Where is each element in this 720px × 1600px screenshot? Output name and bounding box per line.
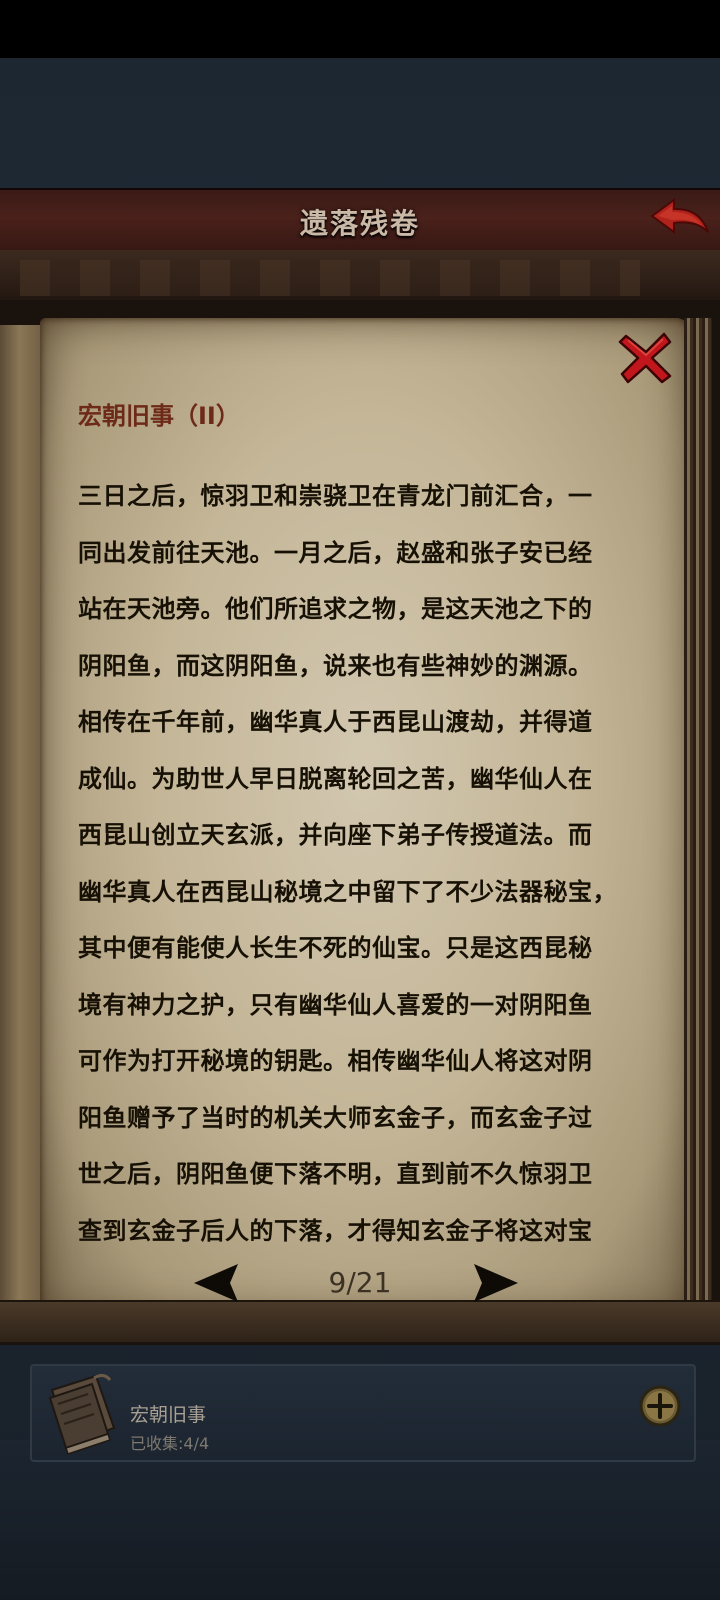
- text-line: 查到玄金子后人的下落，才得知玄金子将这对宝: [78, 1216, 593, 1245]
- bottom-background: [0, 1440, 720, 1600]
- status-bar: [0, 0, 720, 58]
- close-x-icon: [618, 332, 672, 384]
- shelf-carving: [20, 260, 640, 296]
- back-button[interactable]: [648, 196, 712, 244]
- book-icon: [44, 1368, 122, 1455]
- text-line: 三日之后，惊羽卫和崇骁卫在青龙门前汇合，一: [78, 482, 593, 510]
- text-line: 幽华真人在西昆山秘境之中留下了不少法器秘宝，: [78, 877, 617, 906]
- page-edges: [684, 318, 712, 1318]
- text-line: 阳鱼赠予了当时的机关大师玄金子，而玄金子过: [78, 1103, 593, 1132]
- text-line: 阴阳鱼，而这阴阳鱼，说来也有些神妙的渊源。: [78, 651, 593, 680]
- text-line: 其中便有能使人长生不死的仙宝。只是这西昆秘: [78, 934, 593, 962]
- text-line: 西昆山创立天玄派，并向座下弟子传授道法。而: [78, 821, 593, 849]
- page-indicator: 9/21: [328, 1266, 392, 1299]
- collection-name: 宏朝旧事: [130, 1404, 207, 1426]
- page-title: 遗落残卷: [299, 207, 420, 240]
- screen: 遗落残卷 宏朝旧事（II） 三日之后，惊羽卫和崇骁卫在青龙门前汇合，一 同出发前…: [0, 0, 720, 1600]
- text-line: 成仙。为助世人早日脱离轮回之苦，幽华仙人在: [78, 764, 593, 793]
- text-line: 站在天池旁。他们所追求之物，是这天池之下的: [78, 595, 593, 623]
- back-arrow-icon: [650, 198, 709, 234]
- plus-circle-icon: [639, 1385, 681, 1427]
- book-bottom-edge: [0, 1300, 720, 1342]
- collection-count: 已收集:4/4: [130, 1434, 210, 1453]
- next-page-button[interactable]: [470, 1262, 520, 1304]
- text-line: 可作为打开秘境的钥匙。相传幽华仙人将这对阴: [78, 1047, 593, 1075]
- text-line: 境有神力之护，只有幽华仙人喜爱的一对阴阳鱼: [78, 990, 593, 1019]
- chapter-title: 宏朝旧事（II）: [78, 402, 240, 430]
- close-button[interactable]: [618, 330, 674, 386]
- text-line: 同出发前往天池。一月之后，赵盛和张子安已经: [78, 538, 593, 567]
- text-line: 世之后，阴阳鱼便下落不明，直到前不久惊羽卫: [78, 1160, 593, 1188]
- text-line: 相传在千年前，幽华真人于西昆山渡劫，并得道: [78, 708, 593, 736]
- chapter-body: 三日之后，惊羽卫和崇骁卫在青龙门前汇合，一 同出发前往天池。一月之后，赵盛和张子…: [78, 468, 653, 1259]
- right-triangle-icon: [474, 1264, 518, 1302]
- previous-page-button[interactable]: [192, 1262, 242, 1304]
- add-button[interactable]: [638, 1384, 682, 1428]
- left-triangle-icon: [194, 1264, 238, 1302]
